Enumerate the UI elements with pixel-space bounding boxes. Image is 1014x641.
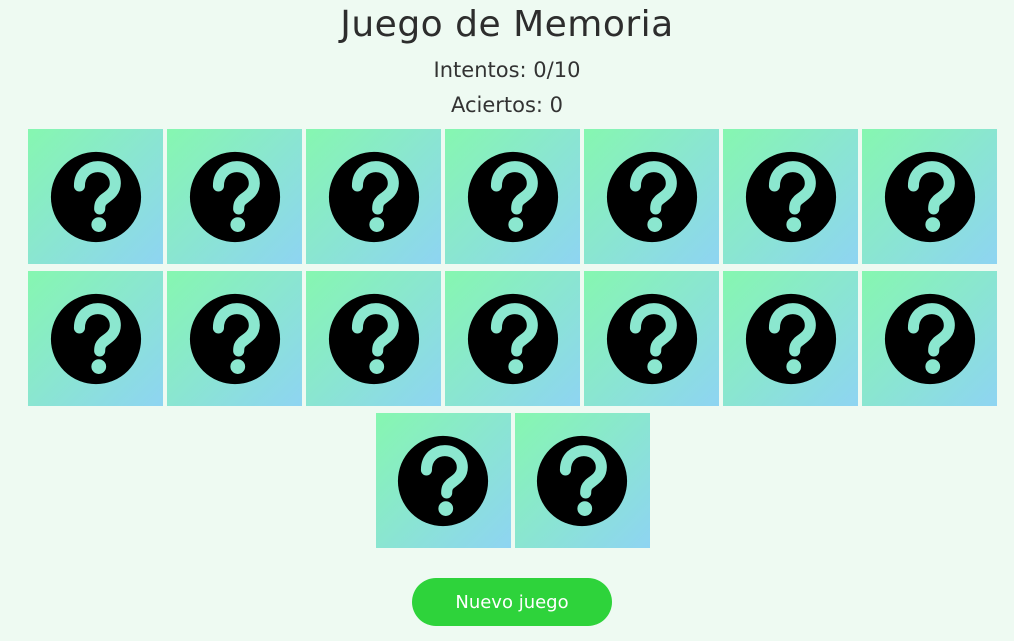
memory-card[interactable]	[723, 129, 858, 264]
question-circle-icon	[50, 151, 141, 242]
question-circle-icon	[50, 293, 141, 384]
question-circle-icon	[606, 293, 697, 384]
memory-card[interactable]	[862, 129, 997, 264]
question-circle-icon	[884, 293, 975, 384]
memory-card[interactable]	[723, 271, 858, 406]
attempts-counter: Intentos: 0/10	[433, 58, 581, 82]
hits-counter: Aciertos: 0	[450, 93, 564, 117]
question-circle-icon	[467, 151, 558, 242]
question-circle-icon	[328, 151, 419, 242]
card-row	[28, 271, 997, 406]
card-board	[28, 129, 997, 555]
question-circle-icon	[397, 435, 489, 526]
memory-card[interactable]	[584, 271, 719, 406]
game-title: Juego de Memoria	[340, 4, 674, 45]
question-circle-icon	[328, 293, 419, 384]
question-circle-icon	[884, 151, 975, 242]
memory-card[interactable]	[445, 129, 580, 264]
memory-card[interactable]	[514, 413, 650, 548]
memory-card[interactable]	[862, 271, 997, 406]
question-circle-icon	[745, 151, 836, 242]
card-row	[28, 129, 997, 264]
memory-card[interactable]	[306, 129, 441, 264]
question-circle-icon	[189, 293, 280, 384]
memory-card[interactable]	[445, 271, 580, 406]
memory-card[interactable]	[28, 129, 163, 264]
memory-card[interactable]	[375, 413, 511, 548]
question-circle-icon	[536, 435, 628, 526]
memory-card[interactable]	[167, 129, 302, 264]
card-row	[28, 413, 997, 548]
memory-card[interactable]	[28, 271, 163, 406]
question-circle-icon	[467, 293, 558, 384]
new-game-button[interactable]: Nuevo juego	[412, 578, 612, 626]
question-circle-icon	[606, 151, 697, 242]
question-circle-icon	[189, 151, 280, 242]
memory-card[interactable]	[584, 129, 719, 264]
memory-card[interactable]	[167, 271, 302, 406]
question-circle-icon	[745, 293, 836, 384]
memory-card[interactable]	[306, 271, 441, 406]
